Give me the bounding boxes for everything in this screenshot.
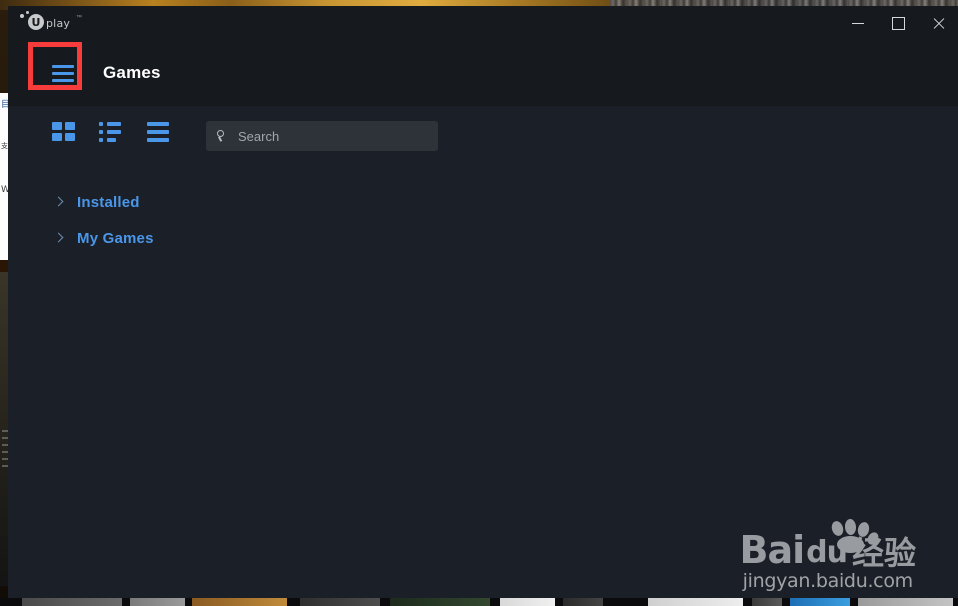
background-window-fragment: 支 [1, 142, 8, 150]
list-icon [99, 122, 123, 126]
chevron-right-icon [52, 194, 68, 210]
watermark-bai-text: Bai [739, 528, 806, 572]
minimize-button[interactable] [838, 6, 878, 40]
taskbar-thumbnail[interactable] [130, 598, 185, 606]
taskbar-thumbnail[interactable] [858, 598, 953, 606]
window-controls [838, 6, 958, 40]
taskbar-thumbnail[interactable] [790, 598, 850, 606]
close-button[interactable] [918, 6, 958, 40]
watermark-du-text: du [806, 535, 848, 570]
baidu-watermark: Bai du 经验 jingyan.baidu.com [739, 518, 916, 592]
baidu-logo-row: Bai du 经验 [739, 518, 916, 572]
rows-icon [147, 130, 169, 134]
baidu-paw-icon [824, 518, 881, 553]
uplay-logo-letter: U [31, 15, 41, 29]
taskbar-thumbnail[interactable] [563, 598, 603, 606]
search-field[interactable] [206, 121, 438, 151]
uplay-logo: U play ™ [18, 11, 88, 33]
detail-view-button[interactable] [147, 122, 171, 144]
grid-icon [52, 133, 62, 141]
minimize-icon [852, 22, 864, 24]
search-input[interactable] [236, 127, 428, 145]
game-sections: Installed My Games [8, 184, 958, 256]
watermark-url: jingyan.baidu.com [742, 570, 914, 592]
search-icon [216, 129, 229, 143]
hamburger-menu-icon [52, 78, 74, 82]
section-label: Installed [77, 193, 140, 211]
page-header: Games [8, 40, 958, 106]
taskbar[interactable] [0, 598, 958, 606]
view-toolbar [8, 106, 958, 162]
page-title: Games [103, 63, 161, 82]
hamburger-menu-button[interactable] [46, 58, 80, 88]
watermark-chinese-text: 经验 [851, 534, 916, 572]
list-view-button[interactable] [99, 122, 123, 144]
uplay-window: U play ™ Games Search Installed My Games… [8, 6, 958, 598]
rows-icon [147, 122, 169, 126]
taskbar-thumbnail[interactable] [648, 598, 743, 606]
chevron-right-icon [52, 230, 68, 246]
view-mode-group [52, 122, 171, 144]
taskbar-thumbnail[interactable] [300, 598, 380, 606]
uplay-logo-dot [20, 14, 24, 18]
hamburger-menu-icon [52, 71, 74, 75]
grid-icon [65, 133, 75, 141]
uplay-logo-trademark: ™ [76, 15, 82, 21]
taskbar-thumbnail[interactable] [192, 598, 287, 606]
maximize-icon [891, 16, 905, 30]
hamburger-menu-icon [52, 64, 74, 68]
close-icon [932, 17, 945, 30]
grid-icon [65, 122, 75, 130]
section-installed[interactable]: Installed [8, 184, 958, 220]
section-label: My Games [77, 229, 154, 247]
list-icon [99, 130, 123, 134]
uplay-logo-word: play [46, 17, 71, 30]
list-icon [99, 138, 123, 142]
taskbar-thumbnail[interactable] [500, 598, 555, 606]
rows-icon [147, 138, 169, 142]
grid-icon [52, 122, 62, 130]
maximize-button[interactable] [878, 6, 918, 40]
title-bar[interactable]: U play ™ [8, 6, 958, 40]
taskbar-thumbnail[interactable] [22, 598, 122, 606]
grid-view-button[interactable] [52, 122, 75, 144]
taskbar-thumbnail[interactable] [752, 598, 782, 606]
section-my-games[interactable]: My Games [8, 220, 958, 256]
taskbar-thumbnail[interactable] [390, 598, 490, 606]
